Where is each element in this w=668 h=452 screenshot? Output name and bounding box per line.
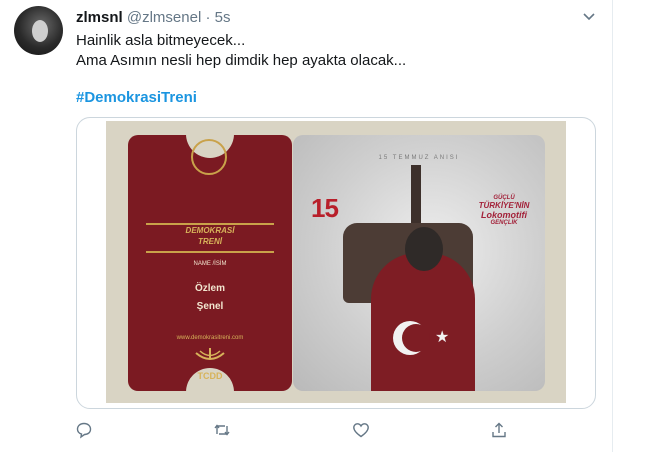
separator: · <box>205 9 211 26</box>
avatar[interactable] <box>14 6 63 55</box>
ministry-emblem-icon <box>191 139 227 175</box>
tweet-line: Ama Asımın nesli hep dimdik hep ayakta o… <box>76 52 407 69</box>
display-name[interactable]: zlmsnl <box>76 9 123 26</box>
commemoration-photo: 15 TEMMUZ ANISI ★ 15 GÜÇLÜ TÜRKİYE'NİN L… <box>293 135 545 391</box>
ticket-url: www.demokrasitreni.com <box>176 335 244 341</box>
reply-icon[interactable] <box>75 421 93 439</box>
man-figure <box>371 253 475 391</box>
slogan: GÜÇLÜ TÜRKİYE'NİN Lokomotifi GENÇLİK <box>469 195 539 226</box>
tweet-text: Hainlik asla bitmeyecek... Ama Asımın ne… <box>76 31 406 71</box>
poster-image: DEMOKRASİ TRENİ NAME /İSİM Özlem Şenel w… <box>106 121 566 403</box>
timestamp[interactable]: 5s <box>215 9 231 26</box>
name-label: NAME /İSİM <box>193 261 227 267</box>
photo-header: 15 TEMMUZ ANISI <box>378 155 460 161</box>
tweet-header: zlmsnl @zlmsenel · 5s <box>76 8 230 28</box>
ribbon-line: DEMOKRASİ <box>185 226 235 235</box>
train-ticket: DEMOKRASİ TRENİ NAME /İSİM Özlem Şenel w… <box>128 134 292 392</box>
ticket-ribbon: DEMOKRASİ TRENİ <box>146 223 274 253</box>
star-icon: ★ <box>435 329 450 346</box>
media-card[interactable]: DEMOKRASİ TRENİ NAME /İSİM Özlem Şenel w… <box>76 117 596 409</box>
first-name: Özlem <box>194 283 225 294</box>
tank-barrel <box>411 165 421 229</box>
tcdd-text: TCDD <box>197 371 223 381</box>
badge-15: 15 <box>311 193 339 223</box>
man-head <box>405 227 443 271</box>
tweet-line: Hainlik asla bitmeyecek... <box>76 32 246 49</box>
chevron-down-icon[interactable] <box>580 8 598 26</box>
tcdd-logo-icon <box>195 348 225 360</box>
hashtag-link[interactable]: #DemokrasiTreni <box>76 88 197 108</box>
crescent-icon <box>393 321 430 355</box>
slogan-line: GENÇLİK <box>490 220 518 226</box>
avatar-face <box>32 20 48 42</box>
handle[interactable]: @zlmsenel <box>127 9 201 26</box>
slogan-line: Lokomotifi <box>481 210 527 220</box>
tweet-actions <box>0 421 612 441</box>
last-name: Şenel <box>196 301 224 312</box>
ribbon-line: TRENİ <box>198 237 222 246</box>
timeline-divider <box>612 0 613 452</box>
share-icon[interactable] <box>490 421 508 439</box>
slogan-line: TÜRKİYE'NİN <box>478 201 530 210</box>
retweet-icon[interactable] <box>213 421 231 439</box>
tweet[interactable]: zlmsnl @zlmsenel · 5s Hainlik asla bitme… <box>0 0 668 452</box>
like-icon[interactable] <box>352 421 370 439</box>
